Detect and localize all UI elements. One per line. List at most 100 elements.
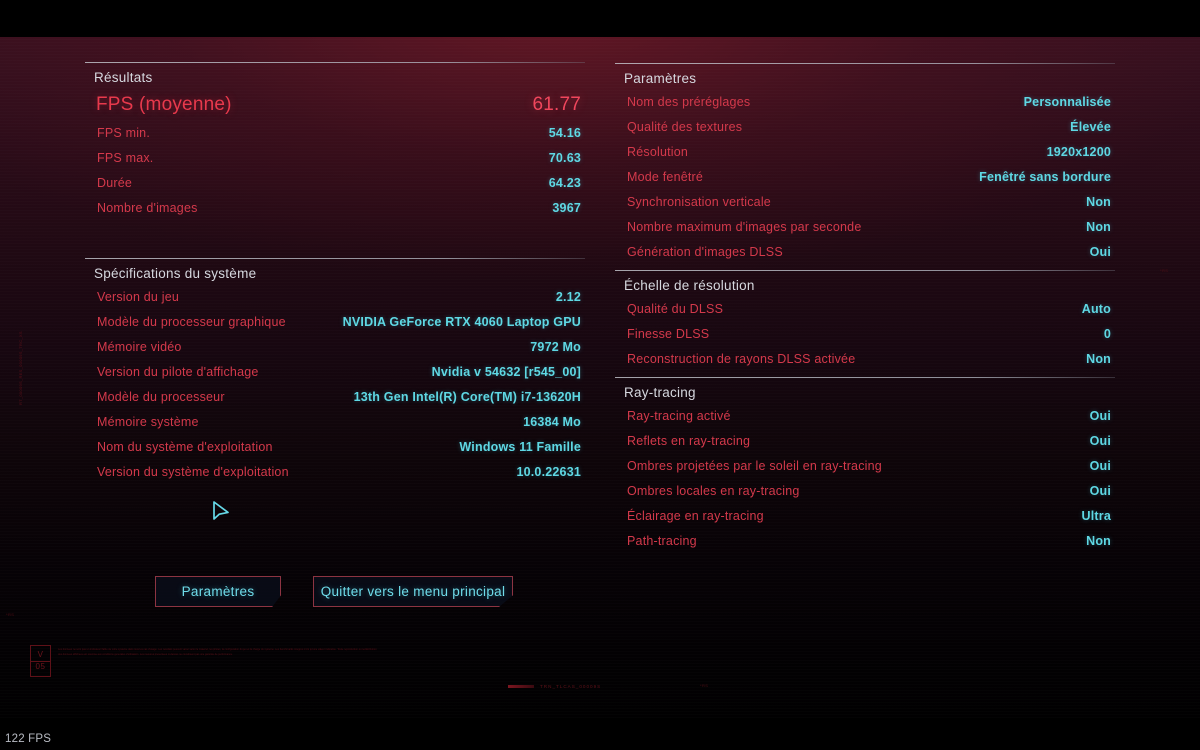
spec-row-value: 70.63 (548, 151, 581, 165)
spec-row: FPS (moyenne) 61.77 (85, 92, 585, 124)
spec-row: Finesse DLSS 0 (615, 325, 1115, 350)
spec-row-label: FPS max. (97, 151, 154, 165)
spec-row-label: Finesse DLSS (627, 327, 710, 341)
spec-row: Éclairage en ray-tracing Ultra (615, 507, 1115, 532)
section-divider (85, 62, 585, 63)
spec-row: Reflets en ray-tracing Oui (615, 432, 1115, 457)
legal-microtext: Les donnees ne sont pas un indicateur fi… (58, 648, 377, 656)
spec-row-label: Ray-tracing activé (627, 409, 731, 423)
spec-row-label: Nom du système d'exploitation (97, 440, 273, 454)
spec-row: Nombre maximum d'images par seconde Non (615, 218, 1115, 243)
spec-row-value: Nvidia v 54632 [r545_00] (431, 365, 581, 379)
spec-row-label: Ombres projetées par le soleil en ray-tr… (627, 459, 882, 473)
spec-row-label: Qualité des textures (627, 120, 743, 134)
spec-row-value: Oui (1089, 434, 1111, 448)
spec-row: FPS min. 54.16 (85, 124, 585, 149)
spec-row-label: Nom des préréglages (627, 95, 751, 109)
spec-row-value: Élevée (1070, 120, 1111, 134)
spec-row-label: FPS (moyenne) (96, 94, 232, 115)
spec-row-label: FPS min. (97, 126, 150, 140)
right-column-section: Paramètres Nom des préréglages Personnalis… (615, 63, 1115, 268)
spec-row-value: 0 (1103, 327, 1111, 341)
spec-row-label: Génération d'images DLSS (627, 245, 783, 259)
letterbox-bottom-bar (0, 718, 1200, 750)
spec-row-value: Auto (1081, 302, 1111, 316)
section-title: Paramètres (624, 71, 697, 86)
hud-blip-mid: *RS (700, 683, 709, 688)
spec-row: FPS max. 70.63 (85, 149, 585, 174)
spec-row: Nom des préréglages Personnalisée (615, 93, 1115, 118)
spec-row-label: Version du pilote d'affichage (97, 365, 259, 379)
spec-row-value: 3967 (552, 201, 581, 215)
spec-row-label: Nombre maximum d'images par seconde (627, 220, 862, 234)
spec-row-label: Éclairage en ray-tracing (627, 509, 764, 523)
side-microtext: RT_00009S_RES_00009S_TRC_XS (18, 331, 23, 405)
spec-row: Mémoire vidéo 7972 Mo (85, 338, 585, 363)
spec-row: Génération d'images DLSS Oui (615, 243, 1115, 268)
tagline-dash-icon (508, 685, 534, 688)
spec-row-value: Oui (1089, 409, 1111, 423)
section-divider (615, 377, 1115, 378)
spec-row-label: Version du jeu (97, 290, 180, 304)
spec-row-value: 10.0.22631 (516, 465, 581, 479)
quit-to-main-menu-button[interactable]: Quitter vers le menu principal (313, 576, 513, 607)
spec-row-label: Mémoire vidéo (97, 340, 182, 354)
spec-row-label: Path-tracing (627, 534, 697, 548)
section-divider (615, 63, 1115, 64)
spec-row: Path-tracing Non (615, 532, 1115, 557)
spec-row-value: Oui (1089, 459, 1111, 473)
spec-row-value: Non (1086, 195, 1111, 209)
spec-row-value: Ultra (1081, 509, 1111, 523)
spec-row-label: Version du système d'exploitation (97, 465, 289, 479)
spec-row: Mode fenêtré Fenêtré sans bordure (615, 168, 1115, 193)
spec-row-label: Reflets en ray-tracing (627, 434, 751, 448)
section-title: Spécifications du système (94, 266, 257, 281)
spec-row: Ombres locales en ray-tracing Oui (615, 482, 1115, 507)
spec-row-value: 61.77 (532, 94, 581, 115)
spec-row-label: Nombre d'images (97, 201, 198, 215)
tagline-marker: TRN_TLCAS_00009S (508, 684, 601, 689)
spec-row-value: 7972 Mo (530, 340, 581, 354)
spec-row: Durée 64.23 (85, 174, 585, 199)
section-title: Échelle de résolution (624, 278, 755, 293)
section-title: Résultats (94, 70, 153, 85)
spec-row-value: 13th Gen Intel(R) Core(TM) i7-13620H (353, 390, 581, 404)
hud-blip-left: *RS (6, 612, 15, 617)
spec-row-value: Personnalisée (1023, 95, 1111, 109)
spec-row-label: Modèle du processeur (97, 390, 225, 404)
spec-row: Résolution 1920x1200 (615, 143, 1115, 168)
spec-row-value: NVIDIA GeForce RTX 4060 Laptop GPU (342, 315, 581, 329)
benchmark-results-screen: RT_00009S_RES_00009S_TRC_XS V 05 Les don… (0, 0, 1200, 750)
spec-row: Mémoire système 16384 Mo (85, 413, 585, 438)
version-stamp-box: V 05 (30, 645, 51, 677)
spec-row: Nom du système d'exploitation Windows 11 … (85, 438, 585, 463)
spec-row-value: 64.23 (548, 176, 581, 190)
spec-row-label: Résolution (627, 145, 689, 159)
spec-row-value: Non (1086, 220, 1111, 234)
spec-row: Version du jeu 2.12 (85, 288, 585, 313)
spec-row-value: 2.12 (555, 290, 581, 304)
spec-row: Version du système d'exploitation 10.0.22… (85, 463, 585, 488)
spec-row-value: 16384 Mo (523, 415, 581, 429)
section-title: Ray-tracing (624, 385, 696, 400)
spec-row-value: Non (1086, 352, 1111, 366)
fps-overlay-counter: 122 FPS (5, 733, 52, 745)
spec-row-label: Reconstruction de rayons DLSS activée (627, 352, 856, 366)
spec-row-label: Mémoire système (97, 415, 199, 429)
right-column-section: Ray-tracing Ray-tracing activé Oui Reflets … (615, 377, 1115, 557)
spec-row-label: Synchronisation verticale (627, 195, 771, 209)
spec-row-value: 54.16 (548, 126, 581, 140)
spec-row: Modèle du processeur 13th Gen Intel(R) Co… (85, 388, 585, 413)
spec-row-value: Windows 11 Famille (459, 440, 581, 454)
spec-row: Ray-tracing activé Oui (615, 407, 1115, 432)
section-divider (615, 270, 1115, 271)
right-column-section: Échelle de résolution Qualité du DLSS Auto… (615, 270, 1115, 375)
spec-row: Qualité des textures Élevée (615, 118, 1115, 143)
version-stamp-letter: V (37, 650, 44, 660)
tagline-label: TRN_TLCAS_00009S (540, 684, 602, 689)
spec-row-value: Fenêtré sans bordure (979, 170, 1111, 184)
spec-row-label: Qualité du DLSS (627, 302, 724, 316)
settings-button[interactable]: Paramètres (155, 576, 281, 607)
spec-row-label: Mode fenêtré (627, 170, 704, 184)
